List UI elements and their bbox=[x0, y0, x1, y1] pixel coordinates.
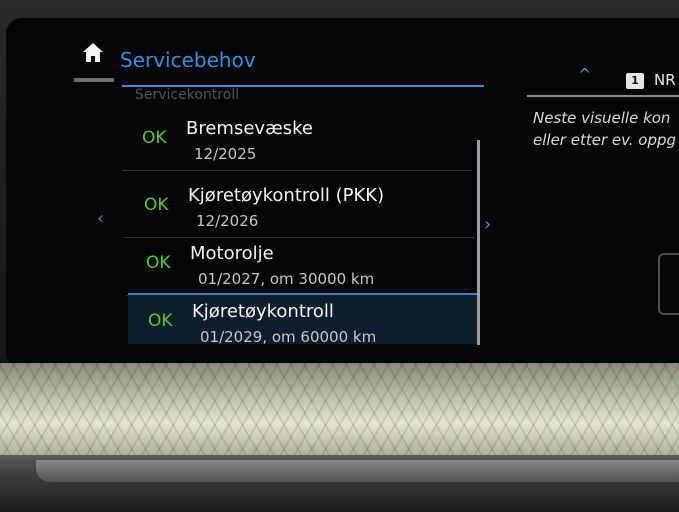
item-due: 12/2025 bbox=[194, 145, 257, 163]
list-item-selected[interactable]: OK Kjøretøykontroll 01/2029, om 60000 km bbox=[128, 293, 478, 344]
list-item[interactable]: OK Kjøretøykontroll (PKK) 12/2026 bbox=[124, 179, 474, 238]
chevron-up-icon[interactable]: ^ bbox=[578, 65, 591, 84]
detail-text: Neste visuelle kon eller etter ev. oppg bbox=[533, 107, 676, 151]
status-ok-label: OK bbox=[146, 253, 171, 273]
list-item[interactable]: OK Bremsevæske 12/2025 bbox=[122, 112, 472, 171]
home-icon[interactable] bbox=[80, 40, 106, 66]
status-ok-label: OK bbox=[148, 311, 173, 331]
number-badge: 1 bbox=[626, 73, 644, 89]
badge-label: NR bbox=[654, 71, 676, 89]
status-ok-label: OK bbox=[142, 128, 167, 148]
page-title: Servicebehov bbox=[120, 48, 256, 72]
item-due: 01/2029, om 60000 km bbox=[200, 328, 377, 344]
chevron-left-icon[interactable]: ‹ bbox=[97, 208, 104, 229]
item-title: Motorolje bbox=[190, 243, 274, 264]
item-title: Bremsevæske bbox=[186, 118, 313, 139]
list-item[interactable]: OK Motorolje 01/2027, om 30000 km bbox=[126, 237, 476, 296]
item-title: Kjøretøykontroll bbox=[192, 301, 334, 322]
item-due: 12/2026 bbox=[196, 212, 259, 230]
service-list: OK Bremsevæske 12/2025 OK Kjøretøykontro… bbox=[122, 92, 482, 344]
dashboard-lip bbox=[36, 460, 679, 482]
status-ok-label: OK bbox=[144, 195, 169, 215]
item-due: 01/2027, om 30000 km bbox=[198, 270, 375, 288]
home-tab-indicator bbox=[74, 78, 114, 82]
detail-text-line-1: Neste visuelle kon bbox=[533, 109, 671, 127]
list-scrollbar[interactable] bbox=[477, 140, 480, 345]
side-widget-frame bbox=[658, 253, 679, 315]
item-title: Kjøretøykontroll (PKK) bbox=[188, 185, 385, 206]
dashboard-trim bbox=[0, 363, 679, 463]
chevron-right-icon[interactable]: › bbox=[484, 214, 491, 235]
right-panel-divider bbox=[527, 95, 679, 97]
detail-text-line-2: eller etter ev. oppg bbox=[533, 131, 677, 149]
